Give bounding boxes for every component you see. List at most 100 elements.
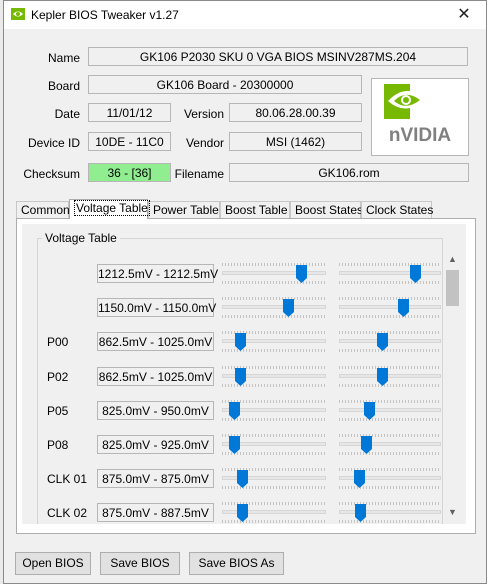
close-button[interactable]: ✕ [442,1,486,29]
tab-boost-states-label: Boost States [295,203,364,217]
open-bios-button[interactable]: Open BIOS [15,552,91,575]
slider-thumb-min[interactable] [296,265,307,283]
voltage-range-field: 862.5mV - 1025.0mV [97,367,214,386]
tab-boost-table-label: Boost Table [225,203,288,217]
name-field: GK106 P2030 SKU 0 VGA BIOS MSINV287MS.20… [88,47,468,66]
voltage-table-title: Voltage Table [42,231,120,245]
slider-ticks [339,297,439,300]
slider-ticks [339,452,439,455]
tab-voltage-table-label: Voltage Table [74,200,150,216]
tab-boost-states[interactable]: Boost States [290,201,364,218]
date-label: Date [54,107,80,121]
nvidia-logo: nVIDIA [371,78,469,156]
app-window: Kepler BIOS Tweaker v1.27 ✕ Name GK106 P… [3,0,487,584]
slider-ticks [339,418,439,421]
voltage-range-field: 825.0mV - 925.0mV [97,435,214,454]
slider-track-min[interactable] [222,305,326,309]
row-label: P02 [47,370,69,384]
slider-track-min[interactable] [222,271,326,275]
version-field: 80.06.28.00.39 [229,103,362,122]
slider-thumb-max[interactable] [410,265,421,283]
slider-thumb-min[interactable] [235,368,246,386]
tab-common-label: Common [21,203,70,217]
tab-clock-states[interactable]: Clock States [361,201,434,218]
slider-ticks [222,297,325,300]
slider-thumb-min[interactable] [229,402,240,420]
save-bios-as-button[interactable]: Save BIOS As [189,552,284,575]
slider-ticks [339,331,439,334]
filename-label: Filename [174,167,224,181]
nvidia-app-icon [11,8,25,20]
vendor-label: Vendor [185,136,224,150]
slider-track-max[interactable] [339,408,441,412]
slider-thumb-max[interactable] [354,470,365,488]
checksum-field: 36 - [36] [88,163,171,182]
slider-track-max[interactable] [339,271,441,275]
slider-thumb-max[interactable] [361,436,372,454]
date-field: 11/01/12 [88,103,171,122]
slider-thumb-min[interactable] [235,333,246,351]
tab-power-table[interactable]: Power Table [148,201,220,218]
slider-thumb-min[interactable] [237,504,248,522]
desktop-background-right [487,0,495,584]
slider-track-max[interactable] [339,339,441,343]
slider-thumb-max[interactable] [377,333,388,351]
voltage-range-field: 862.5mV - 1025.0mV [97,332,214,351]
scroll-up-icon[interactable]: ▲ [444,251,461,268]
scroll-down-icon[interactable]: ▼ [444,504,461,521]
device-id-field: 10DE - 11C0 [88,132,171,151]
voltage-range-field: 875.0mV - 875.0mV [97,469,214,488]
slider-ticks [339,349,439,352]
slider-ticks [339,400,439,403]
vendor-field: MSI (1462) [229,132,362,151]
slider-thumb-min[interactable] [229,436,240,454]
tab-clock-states-label: Clock States [366,203,434,217]
scrollbar-thumb[interactable] [446,270,459,306]
tab-boost-table[interactable]: Boost Table [220,201,290,218]
voltage-table-panel: Voltage Table 1212.5mV - 1212.5mV 1150.0m… [16,218,476,534]
vertical-scrollbar[interactable]: ▲ ▼ [444,251,461,521]
save-bios-button[interactable]: Save BIOS [100,552,180,575]
slider-thumb-max[interactable] [398,299,409,317]
tab-voltage-table[interactable]: Voltage Table [69,199,150,219]
slider-ticks [339,434,439,437]
device-id-label: Device ID [27,136,80,150]
board-field: GK106 Board - 20300000 [88,75,362,94]
slider-track-max[interactable] [339,442,441,446]
slider-track-max[interactable] [339,374,441,378]
slider-ticks [222,315,325,318]
slider-ticks [339,384,439,387]
window-title: Kepler BIOS Tweaker v1.27 [31,8,179,22]
nvidia-eye-icon: nVIDIA [384,84,452,146]
board-label: Board [47,79,80,93]
name-label: Name [47,51,80,65]
tab-power-table-label: Power Table [153,203,219,217]
row-label: P00 [47,335,69,349]
slider-ticks [339,315,439,318]
slider-ticks [222,281,325,284]
slider-ticks [339,366,439,369]
slider-thumb-min[interactable] [237,470,248,488]
slider-track-max[interactable] [339,305,441,309]
voltage-range-field: 875.0mV - 887.5mV [97,503,214,522]
version-label: Version [183,107,224,121]
voltage-table-scroll-area: Voltage Table 1212.5mV - 1212.5mV 1150.0m… [22,224,466,524]
slider-ticks [339,281,439,284]
filename-field: GK106.rom [229,163,469,182]
slider-thumb-max[interactable] [364,402,375,420]
tab-common[interactable]: Common [16,201,70,218]
row-label: CLK 01 [47,472,88,486]
slider-thumb-max[interactable] [377,368,388,386]
voltage-range-field: 1212.5mV - 1212.5mV [97,264,218,283]
nvidia-logo-text: nVIDIA [389,125,452,146]
checksum-label: Checksum [23,167,80,181]
row-label: P08 [47,438,69,452]
row-label: CLK 02 [47,506,88,520]
voltage-range-field: 825.0mV - 950.0mV [97,401,214,420]
slider-thumb-max[interactable] [355,504,366,522]
slider-thumb-min[interactable] [283,299,294,317]
slider-ticks [339,263,439,266]
title-bar[interactable]: Kepler BIOS Tweaker v1.27 ✕ [4,1,486,29]
row-label: P05 [47,404,69,418]
voltage-range-field: 1150.0mV - 1150.0mV [97,298,216,317]
